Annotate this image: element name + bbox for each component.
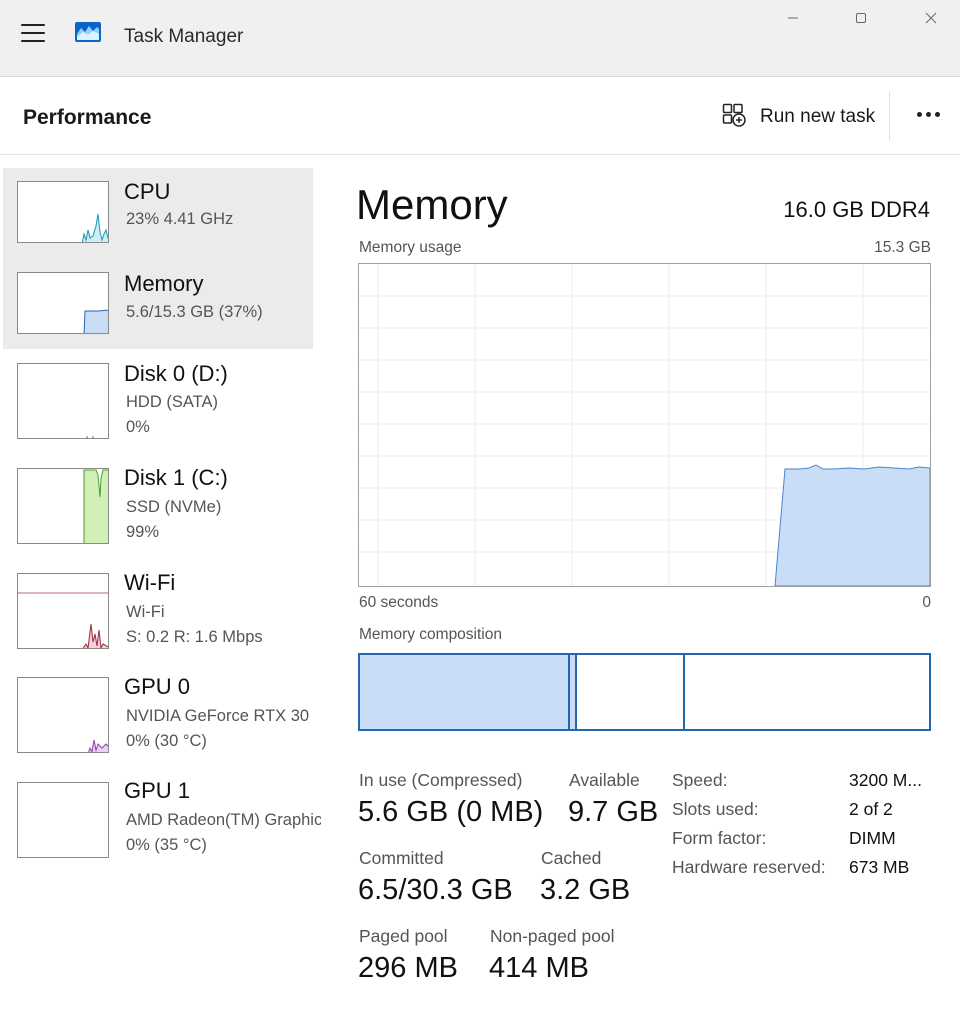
paged-pool-value: 296 MB [358,952,458,984]
memory-usage-max: 15.3 GB [874,239,931,256]
gpu-1-thumbnail-graph [17,782,109,858]
sidebar-item-detail: AMD Radeon(TM) Graphics [126,811,321,829]
memory-usage-label: Memory usage [359,239,462,256]
sidebar-item-memory[interactable]: Memory 5.6/15.3 GB (37%) [3,258,313,349]
disk-1-thumbnail-graph [17,468,109,544]
sidebar-item-usage: 0% [126,418,150,436]
form-factor-value: DIMM [849,828,896,848]
memory-composition-bar [358,653,931,731]
cached-label: Cached [541,848,602,868]
memory-heading: Memory [356,181,508,228]
sidebar-item-usage: 99% [126,523,160,541]
available-value: 9.7 GB [568,796,659,828]
available-label: Available [569,770,640,790]
memory-usage-graph [358,263,931,587]
committed-value: 6.5/30.3 GB [358,874,513,906]
memory-usage-series [774,464,930,586]
sidebar-item-detail: SSD (NVMe) [126,498,222,516]
sidebar-item-cpu[interactable]: CPU 23% 4.41 GHz [3,168,313,258]
non-paged-pool-value: 414 MB [489,952,589,984]
slots-used-value: 2 of 2 [849,799,893,819]
committed-label: Committed [359,848,444,868]
task-manager-app-icon [75,22,101,42]
non-paged-pool-label: Non-paged pool [490,926,615,946]
graph-time-axis-left: 60 seconds [359,594,439,611]
memory-spec: 16.0 GB DDR4 [783,197,930,222]
cpu-thumbnail-graph [17,181,109,243]
sidebar-item-name: GPU 0 [124,674,191,699]
sidebar-item-gpu-0[interactable]: GPU 0 NVIDIA GeForce RTX 30 0% (30 °C) [3,662,313,766]
form-factor-label: Form factor: [672,828,767,848]
sidebar-item-detail: NVIDIA GeForce RTX 30 [126,707,310,725]
run-new-task-button[interactable]: Run new task [722,102,875,132]
header-divider [889,91,890,141]
more-dot-icon [934,111,940,117]
sidebar-item-detail: Wi-Fi [126,603,165,621]
composition-standby-segment [577,655,685,729]
title-bar: Task Manager [0,0,960,76]
sidebar-item-name: Wi-Fi [124,570,176,595]
composition-free-segment [685,655,929,729]
wifi-thumbnail-graph [17,573,109,649]
sidebar-item-name: Disk 1 (C:) [124,465,228,490]
page-title: Performance [23,106,152,129]
sidebar-item-wifi[interactable]: Wi-Fi Wi-Fi S: 0.2 R: 1.6 Mbps [3,558,313,662]
sidebar-item-detail: 23% 4.41 GHz [126,210,234,228]
more-dot-icon [925,111,931,117]
memory-thumbnail-graph [17,272,109,334]
speed-value: 3200 M... [849,770,922,790]
menu-line [21,40,45,42]
run-task-label: Run new task [760,106,876,127]
sidebar-item-detail: HDD (SATA) [126,393,218,411]
hamburger-menu-button[interactable] [18,21,48,45]
run-task-icon [722,103,746,132]
composition-modified-segment [568,655,577,729]
gpu-0-thumbnail-graph [17,677,109,753]
in-use-label: In use (Compressed) [359,770,523,790]
sidebar-item-disk-1[interactable]: Disk 1 (C:) SSD (NVMe) 99% [3,453,313,557]
hardware-reserved-label: Hardware reserved: [672,857,826,877]
sidebar-item-name: Disk 0 (D:) [124,361,228,386]
more-dot-icon [916,111,922,117]
page-header: Performance Run new task [0,77,960,155]
sidebar-item-name: Memory [124,271,204,296]
hardware-reserved-value: 673 MB [849,857,910,877]
window-title: Task Manager [124,26,244,47]
sidebar-item-usage: S: 0.2 R: 1.6 Mbps [126,628,263,646]
paged-pool-label: Paged pool [359,926,448,946]
close-button[interactable] [908,0,954,36]
sidebar-item-name: CPU [124,179,171,204]
in-use-value: 5.6 GB (0 MB) [358,796,544,828]
menu-line [21,32,45,34]
sidebar-item-disk-0[interactable]: Disk 0 (D:) HDD (SATA) 0% [3,349,313,453]
sidebar-item-usage: 0% (30 °C) [126,732,207,750]
composition-in-use-segment [360,655,568,729]
disk-0-thumbnail-graph [17,363,109,439]
memory-composition-label: Memory composition [359,626,502,643]
menu-line [21,24,45,26]
slots-used-label: Slots used: [672,799,759,819]
cached-value: 3.2 GB [540,874,631,906]
sidebar-item-gpu-1[interactable]: GPU 1 AMD Radeon(TM) Graphics 0% (35 °C) [3,766,321,870]
more-options-button[interactable] [910,99,946,129]
main-panel: Performance Run new task CPU 23% 4.41 GH… [0,76,960,1019]
sidebar-item-name: GPU 1 [124,778,191,803]
maximize-button[interactable] [838,0,884,36]
sidebar-item-detail: 5.6/15.3 GB (37%) [126,303,263,321]
speed-label: Speed: [672,770,728,790]
graph-time-axis-right: 0 [922,594,931,611]
sidebar-item-usage: 0% (35 °C) [126,836,207,854]
minimize-button[interactable] [770,0,816,36]
